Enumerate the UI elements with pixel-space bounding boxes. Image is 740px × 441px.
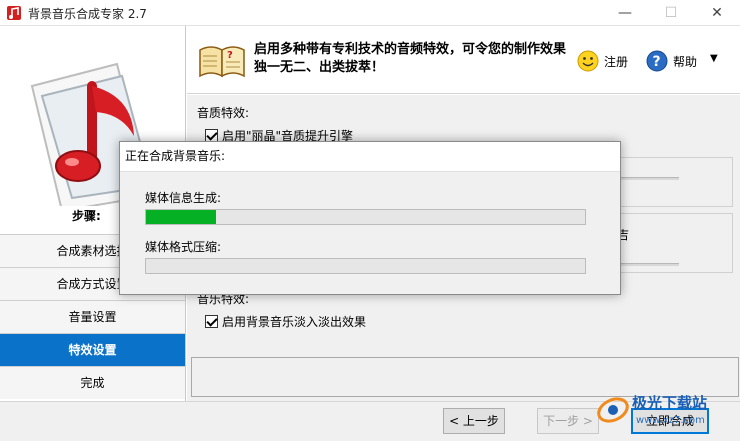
watermark-logo-icon: [597, 397, 629, 423]
step-finish[interactable]: 完成: [0, 366, 185, 399]
fade-checkbox-label: 启用背景音乐淡入淡出效果: [222, 315, 367, 329]
next-button[interactable]: 下一步 >: [537, 408, 599, 434]
app-icon: [7, 6, 21, 20]
task1-label: 媒体信息生成:: [145, 191, 222, 205]
fade-checkbox[interactable]: [205, 315, 218, 328]
dialog-title: 正在合成背景音乐:: [120, 142, 620, 172]
watermark: 极光下载站 www.xz7.com: [596, 386, 736, 436]
smile-icon[interactable]: [577, 50, 599, 72]
task1-progress-bar: [145, 209, 586, 225]
register-link[interactable]: 注册: [604, 53, 628, 70]
book-icon: ?: [199, 46, 245, 78]
task1-progress-fill: [146, 210, 217, 224]
title-bar: 背景音乐合成专家 2.7 — ☐ ✕: [0, 0, 740, 26]
group-quality-label: 音质特效:: [197, 106, 250, 120]
task2-label: 媒体格式压缩:: [145, 240, 222, 254]
progress-dialog: 正在合成背景音乐: 媒体信息生成: 媒体格式压缩:: [119, 141, 621, 295]
step-volume[interactable]: 音量设置: [0, 300, 185, 333]
maximize-button[interactable]: ☐: [648, 0, 694, 26]
close-button[interactable]: ✕: [694, 0, 740, 26]
chevron-down-icon[interactable]: ▼: [710, 53, 718, 64]
banner-text: 启用多种带有专利技术的音频特效，可令您的制作效果独一无二、出类拔萃！: [254, 42, 567, 75]
svg-text:?: ?: [227, 50, 233, 61]
help-icon[interactable]: ?: [646, 50, 668, 72]
watermark-text: 极光下载站: [632, 394, 708, 412]
steps-label: 步骤:: [72, 209, 101, 223]
prev-button[interactable]: < 上一步: [443, 408, 505, 434]
step-effects[interactable]: 特效设置: [0, 333, 185, 366]
fade-checkbox-row[interactable]: 启用背景音乐淡入淡出效果: [205, 313, 366, 330]
help-link[interactable]: 帮助: [673, 53, 697, 70]
svg-text:?: ?: [653, 54, 661, 70]
window-title: 背景音乐合成专家 2.7: [28, 7, 147, 21]
watermark-url: www.xz7.com: [636, 415, 705, 426]
header-banner: ? 启用多种带有专利技术的音频特效，可令您的制作效果独一无二、出类拔萃！ 注册 …: [187, 26, 740, 94]
task2-progress-bar: [145, 258, 586, 274]
minimize-button[interactable]: —: [602, 0, 648, 26]
